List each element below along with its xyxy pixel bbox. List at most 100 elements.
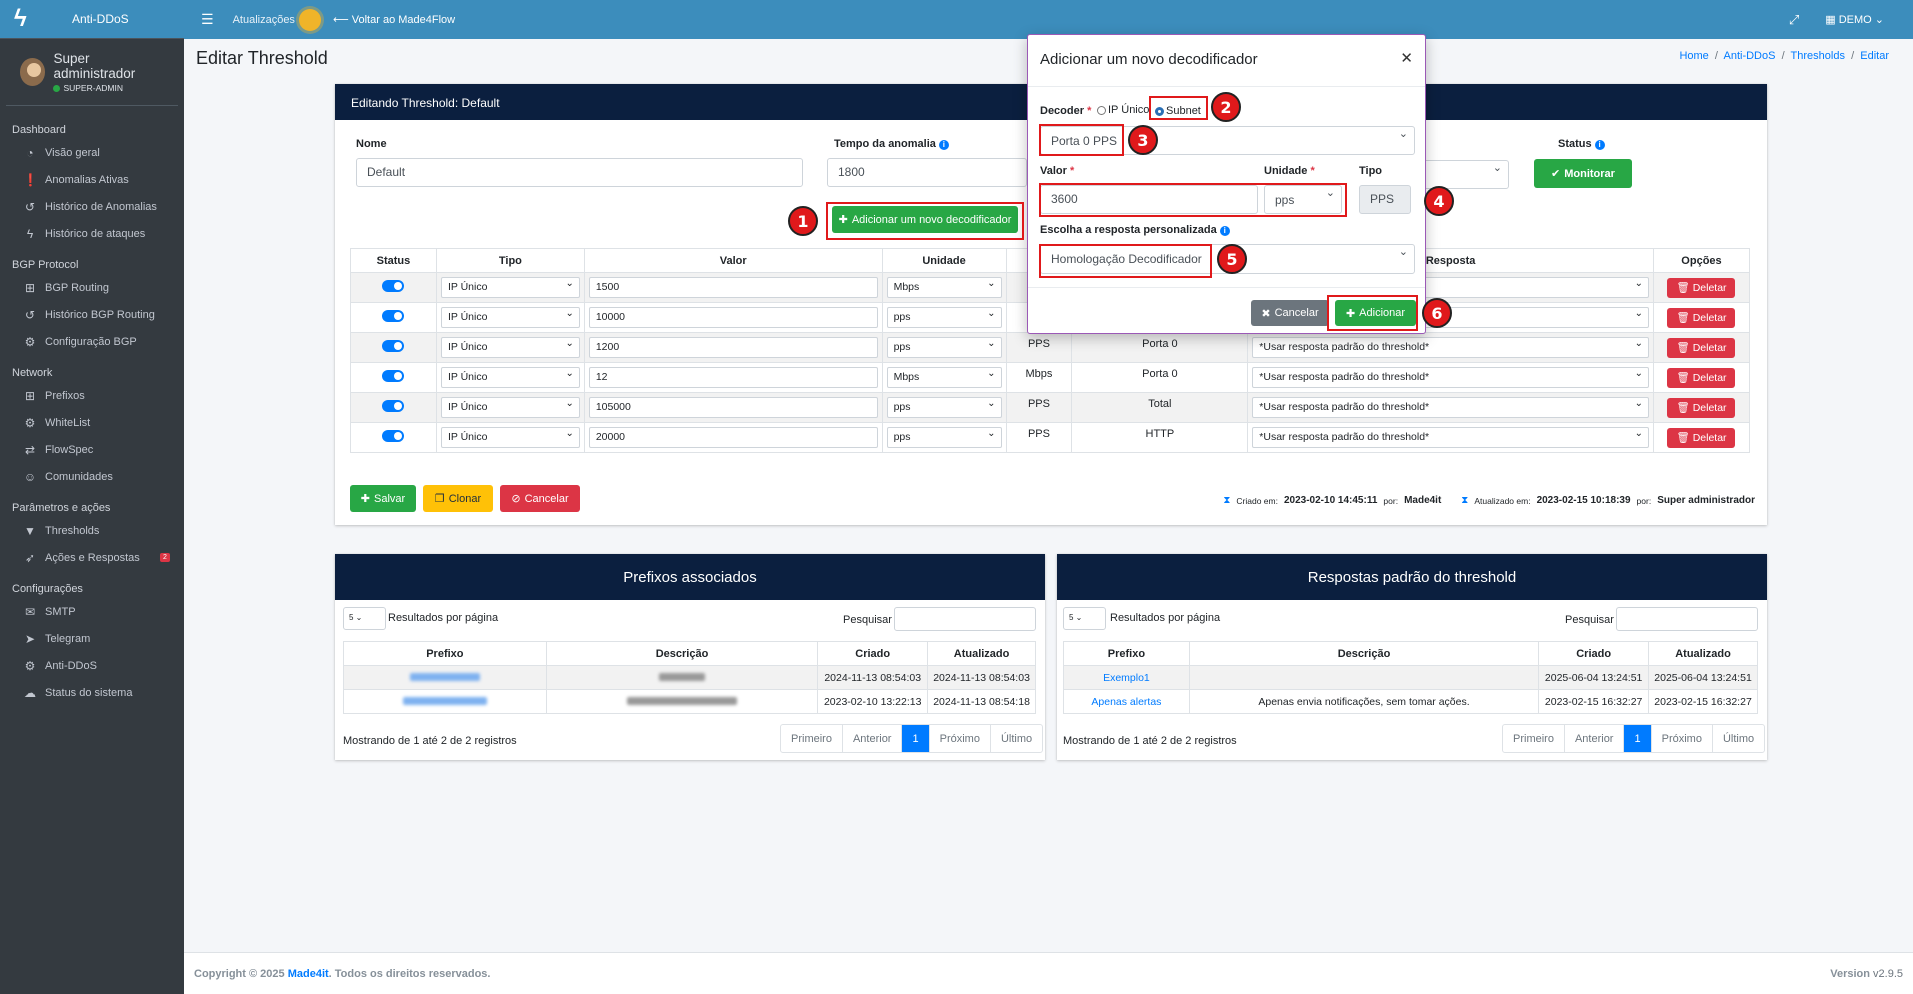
resposta-select[interactable]: *Usar resposta padrão do threshold* <box>1252 367 1649 388</box>
sidebar-item-hist-rico-bgp-routing[interactable]: ↺ Histórico BGP Routing <box>0 301 184 328</box>
sidebar-item-bgp-routing[interactable]: ⊞ BGP Routing <box>0 274 184 301</box>
sidebar-item-flowspec[interactable]: ⇄ FlowSpec <box>0 436 184 463</box>
response-link[interactable]: Apenas alertas <box>1063 689 1190 714</box>
col-descricao[interactable]: Descrição <box>545 641 819 666</box>
sidebar-item-anomalias-ativas[interactable]: ❗ Anomalias Ativas <box>0 166 184 193</box>
sidebar-item-vis-o-geral[interactable]: ◔ Visão geral <box>0 139 184 166</box>
resposta-select[interactable]: *Usar resposta padrão do threshold* <box>1252 397 1649 418</box>
per-page-select[interactable]: 5 ⌄ <box>343 607 386 630</box>
unidade-select[interactable]: pps <box>886 427 1002 448</box>
sidebar-item-hist-rico-de-anomalias[interactable]: ↺ Histórico de Anomalias <box>0 193 184 220</box>
breadcrumb-editar[interactable]: Editar <box>1860 50 1889 62</box>
sidebar-item-smtp[interactable]: ✉ SMTP <box>0 598 184 625</box>
response-link[interactable]: Exemplo1 <box>1063 665 1190 690</box>
valor-input[interactable]: 10000 <box>588 307 878 328</box>
sidebar-item-thresholds[interactable]: ▼ Thresholds <box>0 517 184 544</box>
col-prefixo[interactable]: Prefixo <box>1063 641 1190 666</box>
delete-button[interactable]: 🗑 Deletar <box>1667 397 1736 418</box>
col-atualizado[interactable]: Atualizado <box>927 641 1036 666</box>
page-1[interactable]: 1 <box>1624 725 1652 752</box>
cancel-button[interactable]: ⊘ Cancelar <box>500 485 580 512</box>
sidebar-item-anti-ddos[interactable]: ⚙ Anti-DDoS <box>0 652 184 679</box>
unidade-select[interactable]: pps <box>886 397 1002 418</box>
page-last[interactable]: Último <box>1713 725 1764 752</box>
breadcrumb-home[interactable]: Home <box>1679 50 1708 62</box>
clone-button[interactable]: ❐ Clonar <box>423 485 493 512</box>
status-toggle[interactable] <box>382 280 405 292</box>
search-input[interactable] <box>894 607 1036 631</box>
status-toggle[interactable] <box>382 310 405 322</box>
status-toggle[interactable] <box>382 370 405 382</box>
tipo-select[interactable]: IP Único <box>440 367 580 388</box>
unidade-select[interactable]: pps <box>886 337 1002 358</box>
valor-input[interactable]: 12 <box>588 367 878 388</box>
tipo-select[interactable]: IP Único <box>440 397 580 418</box>
name-input[interactable]: Default <box>356 158 803 187</box>
page-next[interactable]: Próximo <box>930 725 991 752</box>
brand[interactable]: ϟ Anti-DDoS <box>0 0 184 39</box>
save-button[interactable]: ✚ Salvar <box>350 485 416 512</box>
delete-button[interactable]: 🗑 Deletar <box>1667 307 1736 328</box>
delete-button[interactable]: 🗑 Deletar <box>1667 277 1736 298</box>
delete-button[interactable]: 🗑 Deletar <box>1667 427 1736 448</box>
valor-input[interactable]: 105000 <box>588 397 878 418</box>
monitor-toggle-button[interactable]: ✔ Monitorar <box>1534 159 1632 188</box>
col-unidade[interactable]: Unidade <box>881 248 1007 273</box>
updates-link[interactable]: Atualizações <box>233 8 321 31</box>
unidade-select[interactable]: pps <box>886 307 1002 328</box>
close-icon[interactable]: ✕ <box>1400 49 1413 67</box>
company-link[interactable]: Made4it <box>288 968 329 980</box>
col-criado[interactable]: Criado <box>817 641 929 666</box>
breadcrumb-thresholds[interactable]: Thresholds <box>1791 50 1845 62</box>
prefix-cell[interactable] <box>343 689 547 714</box>
prefix-cell[interactable] <box>343 665 547 690</box>
col-atualizado[interactable]: Atualizado <box>1648 641 1758 666</box>
sidebar-item-a-es-e-respostas[interactable]: ➶ Ações e Respostas 2 <box>0 544 184 571</box>
valor-input[interactable]: 20000 <box>588 427 878 448</box>
col-descricao[interactable]: Descrição <box>1188 641 1540 666</box>
page-last[interactable]: Último <box>991 725 1042 752</box>
resposta-select[interactable]: *Usar resposta padrão do threshold* <box>1252 427 1649 448</box>
page-1[interactable]: 1 <box>902 725 930 752</box>
resposta-select[interactable]: *Usar resposta padrão do threshold* <box>1252 337 1649 358</box>
back-link[interactable]: ⟵ Voltar ao Made4Flow <box>333 13 455 26</box>
col-criado[interactable]: Criado <box>1538 641 1650 666</box>
valor-input[interactable]: 1200 <box>588 337 878 358</box>
status-toggle[interactable] <box>382 340 405 352</box>
status-toggle[interactable] <box>382 400 405 412</box>
valor-input[interactable]: 1500 <box>588 277 878 298</box>
col-valor[interactable]: Valor <box>583 248 883 273</box>
sidebar-item-telegram[interactable]: ➤ Telegram <box>0 625 184 652</box>
status-toggle[interactable] <box>382 430 405 442</box>
page-prev[interactable]: Anterior <box>843 725 903 752</box>
sidebar-item-comunidades[interactable]: ☺ Comunidades <box>0 463 184 490</box>
col-tipo[interactable]: Tipo <box>435 248 585 273</box>
anomaly-time-input[interactable]: 1800 <box>827 158 1027 187</box>
sidebar-item-prefixos[interactable]: ⊞ Prefixos <box>0 382 184 409</box>
col-prefixo[interactable]: Prefixo <box>343 641 547 666</box>
page-first[interactable]: Primeiro <box>1503 725 1565 752</box>
menu-toggle-icon[interactable]: ☰ <box>201 11 214 28</box>
tipo-select[interactable]: IP Único <box>440 337 580 358</box>
delete-button[interactable]: 🗑 Deletar <box>1667 337 1736 358</box>
account-menu[interactable]: ▦ DEMO ⌄ <box>1825 13 1884 26</box>
sidebar-item-status-do-sistema[interactable]: ☁ Status do sistema <box>0 679 184 706</box>
page-next[interactable]: Próximo <box>1652 725 1713 752</box>
sidebar-item-hist-rico-de-ataques[interactable]: ϟ Histórico de ataques <box>0 220 184 247</box>
unidade-select[interactable]: Mbps <box>886 367 1002 388</box>
tipo-select[interactable]: IP Único <box>440 307 580 328</box>
unidade-select[interactable]: Mbps <box>886 277 1002 298</box>
user-panel[interactable]: Super administrador SUPER-ADMIN <box>6 39 178 106</box>
fullscreen-icon[interactable]: ⤢ <box>1789 12 1799 28</box>
tipo-select[interactable]: IP Único <box>440 427 580 448</box>
col-status[interactable]: Status <box>350 248 437 273</box>
sidebar-item-whitelist[interactable]: ⚙ WhiteList <box>0 409 184 436</box>
sidebar-item-configura-o-bgp[interactable]: ⚙ Configuração BGP <box>0 328 184 355</box>
breadcrumb-antiddos[interactable]: Anti-DDoS <box>1723 50 1775 62</box>
tipo-select[interactable]: IP Único <box>440 277 580 298</box>
page-prev[interactable]: Anterior <box>1565 725 1625 752</box>
per-page-select[interactable]: 5 ⌄ <box>1063 607 1106 630</box>
radio-ip-unico[interactable]: IP Único <box>1097 104 1149 116</box>
delete-button[interactable]: 🗑 Deletar <box>1667 367 1736 388</box>
page-first[interactable]: Primeiro <box>781 725 843 752</box>
